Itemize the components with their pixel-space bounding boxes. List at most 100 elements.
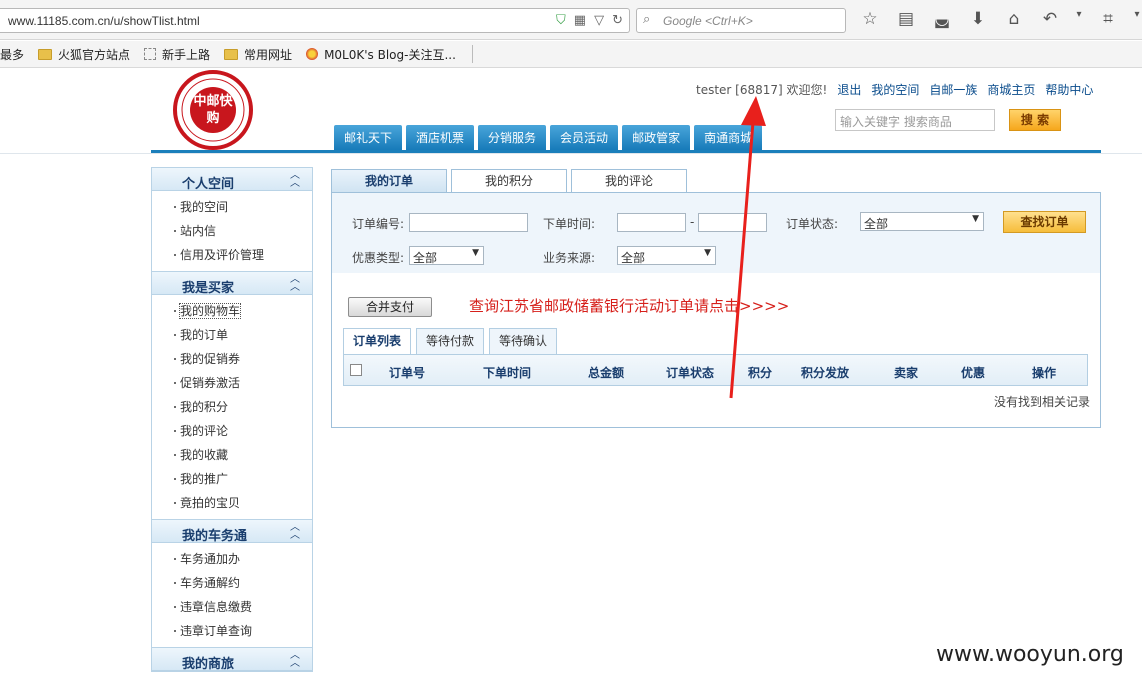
logout-link[interactable]: 退出	[837, 81, 861, 98]
sidebar-item-promotion[interactable]: 我的推广	[152, 467, 312, 491]
bookmark-firefox-official[interactable]: 火狐官方站点	[38, 46, 130, 63]
bookmark-common-sites[interactable]: 常用网址	[224, 46, 292, 63]
crop-icon[interactable]: ⌗	[1096, 9, 1120, 29]
subtab-order-list[interactable]: 订单列表	[343, 328, 412, 354]
site-search-input[interactable]: 输入关键字 搜索商品	[835, 109, 995, 131]
tab-my-points[interactable]: 我的积分	[451, 169, 567, 193]
sidebar-item-coupon-activate[interactable]: 促销券激活	[152, 371, 312, 395]
column-header[interactable]: 总金额	[588, 364, 624, 381]
end-date-input[interactable]	[698, 213, 767, 232]
nav-distribution[interactable]: 分销服务	[478, 125, 547, 151]
chevron-down-icon: ▼	[472, 248, 479, 258]
chevron-down-icon: ▼	[704, 248, 711, 258]
browser-toolbar: www.11185.com.cn/u/showTlist.html ⛉ ▦ ▽ …	[0, 0, 1142, 40]
bookmark-molok-blog[interactable]: M0L0K's Blog-关注互...	[306, 46, 456, 63]
sidebar-item-violation-query[interactable]: 违章订单查询	[152, 619, 312, 643]
business-source-label: 业务来源:	[543, 251, 596, 265]
sidebar-item-car-add[interactable]: 车务通加办	[152, 547, 312, 571]
tab-my-orders[interactable]: 我的订单	[331, 169, 447, 193]
url-text[interactable]: www.11185.com.cn/u/showTlist.html	[8, 14, 200, 28]
search-icon: ⌕	[643, 12, 651, 27]
column-header[interactable]: 优惠	[961, 364, 985, 381]
site-search-button[interactable]: 搜 索	[1009, 109, 1061, 131]
select-all-checkbox[interactable]	[350, 364, 362, 376]
bookmark-getting-started[interactable]: 新手上路	[144, 46, 210, 63]
collapse-icon[interactable]: ︿ ︿	[290, 523, 300, 541]
dropdown-icon[interactable]: ▾	[1074, 9, 1084, 29]
column-header[interactable]: 操作	[1032, 364, 1056, 381]
mall-home-link[interactable]: 商城主页	[987, 81, 1035, 98]
find-order-button[interactable]: 查找订单	[1003, 211, 1086, 233]
sidebar-group-car-service[interactable]: 我的车务通 ︿ ︿	[152, 519, 312, 544]
reader-view-icon[interactable]: ▤	[894, 9, 918, 29]
subtab-awaiting-confirmation[interactable]: 等待确认	[489, 328, 558, 354]
undo-icon[interactable]: ↶	[1038, 9, 1062, 29]
jiangsu-psbc-promo-link[interactable]: 查询江苏省邮政储蓄银行活动订单请点击>>>>	[469, 295, 789, 316]
discount-type-select[interactable]: 全部 ▼	[409, 246, 484, 265]
home-icon[interactable]: ⌂	[1002, 9, 1026, 29]
bookmark-star-icon[interactable]: ☆	[858, 9, 882, 29]
order-status-select[interactable]: 全部 ▼	[860, 212, 984, 231]
order-no-input[interactable]	[409, 213, 528, 232]
nav-postal-steward[interactable]: 邮政管家	[622, 125, 691, 151]
sidebar-item-credit-review[interactable]: 信用及评价管理	[152, 243, 312, 267]
order-time-label: 下单时间:	[543, 217, 596, 231]
order-subtabs: 订单列表 等待付款 等待确认	[343, 328, 558, 354]
url-bar[interactable]: www.11185.com.cn/u/showTlist.html ⛉ ▦ ▽ …	[0, 8, 630, 33]
collapse-icon[interactable]: ︿ ︿	[290, 275, 300, 293]
tab-my-reviews[interactable]: 我的评论	[571, 169, 687, 193]
sidebar-item-favorites[interactable]: 我的收藏	[152, 443, 312, 467]
empty-state-text: 没有找到相关记录	[993, 395, 1090, 409]
merge-pay-button[interactable]: 合并支付	[348, 297, 432, 317]
download-icon[interactable]: ⬇	[966, 9, 990, 29]
qr-code-icon[interactable]: ▦	[574, 13, 586, 28]
my-space-link[interactable]: 我的空间	[871, 81, 919, 98]
pocket-icon[interactable]: ◛	[930, 9, 954, 29]
sidebar-item-reviews[interactable]: 我的评论	[152, 419, 312, 443]
user-bar: tester [68817] 欢迎您! 退出 我的空间 自邮一族 商城主页 帮助…	[696, 81, 1093, 98]
nav-hotel-tickets[interactable]: 酒店机票	[406, 125, 475, 151]
column-header[interactable]: 订单号	[389, 364, 425, 381]
page-icon	[144, 48, 157, 60]
sidebar-item-points[interactable]: 我的积分	[152, 395, 312, 419]
bookmark-most-visited[interactable]: 最多	[0, 46, 24, 63]
sidebar-group-personal[interactable]: 个人空间 ︿ ︿	[152, 167, 312, 192]
reload-icon[interactable]: ↻	[612, 13, 623, 28]
sidebar-item-auctions[interactable]: 竟拍的宝贝	[152, 491, 312, 515]
nav-gifts[interactable]: 邮礼天下	[334, 125, 403, 151]
subtab-awaiting-payment[interactable]: 等待付款	[416, 328, 485, 354]
sidebar-item-car-cancel[interactable]: 车务通解约	[152, 571, 312, 595]
business-source-select[interactable]: 全部 ▼	[617, 246, 716, 265]
help-center-link[interactable]: 帮助中心	[1045, 81, 1093, 98]
column-header[interactable]: 订单状态	[666, 364, 714, 381]
sidebar-item-inbox[interactable]: 站内信	[152, 219, 312, 243]
sidebar-group-business-travel[interactable]: 我的商旅 ︿ ︿	[152, 647, 312, 672]
column-header[interactable]: 卖家	[894, 364, 918, 381]
collapse-icon[interactable]: ︿ ︿	[290, 651, 300, 669]
order-filter: 订单编号: 下单时间: - 订单状态: 全部 ▼ 查找订单 优惠类型: 全部 ▼ 业…	[332, 193, 1100, 273]
nav-member-activities[interactable]: 会员活动	[550, 125, 619, 151]
column-header[interactable]: 积分发放	[801, 364, 849, 381]
discount-type-label: 优惠类型:	[352, 251, 405, 265]
chevron-down-icon: ▼	[972, 214, 979, 224]
sidebar-item-coupons[interactable]: 我的促销券	[152, 347, 312, 371]
start-date-input[interactable]	[617, 213, 686, 232]
sidebar-item-orders[interactable]: 我的订单	[152, 323, 312, 347]
site-logo[interactable]: 中邮快购	[173, 70, 253, 150]
folder-icon	[38, 48, 53, 60]
sidebar-group-buyer[interactable]: 我是买家 ︿ ︿	[152, 271, 312, 296]
sidebar-item-my-space[interactable]: 我的空间	[152, 195, 312, 219]
shield-icon[interactable]: ⛉	[556, 13, 566, 28]
collapse-icon[interactable]: ︿ ︿	[290, 171, 300, 189]
sidebar-item-violation-pay[interactable]: 违章信息缴费	[152, 595, 312, 619]
nav-nantong-mall[interactable]: 南通商城	[694, 125, 763, 151]
browser-search-box[interactable]: ⌕ Google <Ctrl+K>	[636, 8, 846, 33]
sidebar-item-cart[interactable]: 我的购物车	[152, 299, 312, 323]
column-header[interactable]: 下单时间	[483, 364, 531, 381]
username: tester [68817] 欢迎您!	[696, 83, 828, 97]
menu-dropdown-icon[interactable]: ▾	[1132, 9, 1142, 29]
dropdown-icon[interactable]: ▽	[594, 13, 604, 28]
self-post-link[interactable]: 自邮一族	[929, 81, 977, 98]
order-status-label: 订单状态:	[786, 217, 839, 231]
column-header[interactable]: 积分	[748, 364, 772, 381]
